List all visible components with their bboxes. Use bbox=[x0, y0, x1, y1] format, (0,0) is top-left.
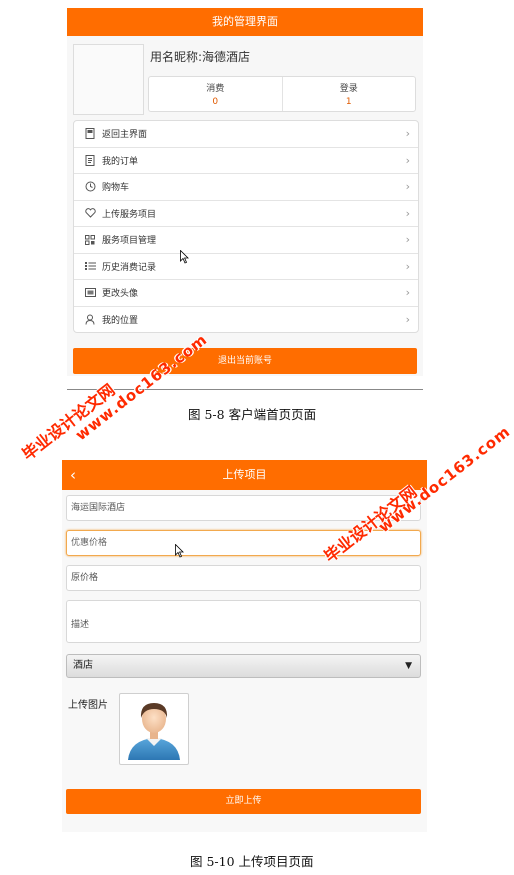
menu-item-service-management[interactable]: 服务项目管理 › bbox=[74, 227, 418, 254]
chevron-right-icon: › bbox=[405, 153, 410, 167]
caret-down-icon: ▼ bbox=[405, 661, 412, 671]
back-arrow-icon[interactable]: ‹ bbox=[70, 460, 76, 490]
stat-value: 0 bbox=[212, 97, 219, 107]
figure-caption-1: 图 5-8 客户端首页页面 bbox=[188, 407, 317, 422]
menu-item-location[interactable]: 我的位置 › bbox=[74, 307, 418, 333]
menu-item-home[interactable]: 返回主界面 › bbox=[74, 121, 418, 148]
category-select[interactable]: 酒店 ▼ bbox=[66, 654, 421, 678]
profile-section: 用名昵称:海德酒店 消费 0 登录 1 bbox=[73, 44, 417, 115]
order-icon bbox=[84, 154, 96, 166]
image-icon bbox=[84, 287, 96, 299]
chevron-right-icon: › bbox=[405, 180, 410, 193]
document-icon bbox=[84, 128, 96, 140]
upload-image-label: 上传图片 bbox=[68, 700, 108, 711]
upload-image-button[interactable] bbox=[119, 693, 189, 765]
page-title-bar: ‹ 上传项目 bbox=[62, 460, 427, 490]
stat-label: 登录 bbox=[339, 84, 358, 94]
heart-icon bbox=[84, 207, 96, 219]
stat-label: 消费 bbox=[206, 84, 225, 94]
stat-value: 1 bbox=[345, 97, 352, 107]
menu-item-orders[interactable]: 我的订单 › bbox=[74, 148, 418, 174]
submit-upload-button[interactable]: 立即上传 bbox=[66, 789, 421, 814]
stat-login: 登录 1 bbox=[281, 77, 416, 111]
description-field[interactable]: 描述 bbox=[66, 600, 421, 643]
chevron-right-icon: › bbox=[405, 206, 410, 220]
menu-list: 返回主界面 › 我的订单 › 购物车 › 上传服务项目 › 服务项目管理 › 历… bbox=[73, 120, 419, 333]
menu-item-cart[interactable]: 购物车 › bbox=[74, 174, 418, 201]
divider bbox=[67, 389, 423, 390]
clock-icon bbox=[84, 181, 96, 193]
original-price-field[interactable]: 原价格 bbox=[66, 565, 421, 591]
category-selected-value: 酒店 bbox=[73, 660, 93, 671]
menu-item-label: 上传服务项目 bbox=[102, 209, 157, 220]
mouse-cursor-icon bbox=[180, 250, 189, 264]
mouse-cursor-icon bbox=[175, 544, 184, 558]
grid-icon bbox=[84, 234, 96, 246]
nickname-label: 用名昵称:海德酒店 bbox=[150, 50, 251, 64]
person-icon bbox=[84, 313, 96, 325]
menu-item-label: 购物车 bbox=[102, 183, 130, 194]
menu-item-label: 返回主界面 bbox=[102, 130, 148, 141]
page-title: 上传项目 bbox=[222, 468, 267, 481]
chevron-right-icon: › bbox=[405, 259, 410, 273]
user-avatar-placeholder-icon bbox=[128, 703, 180, 760]
chevron-right-icon: › bbox=[405, 312, 410, 326]
list-icon bbox=[84, 260, 96, 272]
menu-item-history[interactable]: 历史消费记录 › bbox=[74, 254, 418, 280]
chevron-right-icon: › bbox=[405, 127, 410, 140]
chevron-right-icon: › bbox=[405, 233, 410, 246]
menu-item-label: 更改头像 bbox=[102, 289, 139, 300]
menu-item-label: 我的订单 bbox=[102, 156, 139, 167]
stat-spending: 消费 0 bbox=[149, 77, 282, 111]
logout-button[interactable]: 退出当前账号 bbox=[73, 348, 417, 374]
menu-item-upload-service[interactable]: 上传服务项目 › bbox=[74, 201, 418, 227]
menu-item-change-avatar[interactable]: 更改头像 › bbox=[74, 280, 418, 307]
chevron-right-icon: › bbox=[405, 286, 410, 299]
menu-item-label: 服务项目管理 bbox=[102, 236, 157, 247]
menu-item-label: 历史消费记录 bbox=[102, 262, 157, 273]
page-title: 我的管理界面 bbox=[67, 8, 423, 36]
figure-caption-2: 图 5-10 上传项目页面 bbox=[190, 854, 314, 869]
stats-panel: 消费 0 登录 1 bbox=[148, 76, 416, 112]
client-home-screen: 我的管理界面 用名昵称:海德酒店 消费 0 登录 1 返回主界面 › 我的订单 … bbox=[67, 8, 423, 376]
menu-item-label: 我的位置 bbox=[102, 315, 139, 326]
avatar[interactable] bbox=[73, 44, 144, 115]
